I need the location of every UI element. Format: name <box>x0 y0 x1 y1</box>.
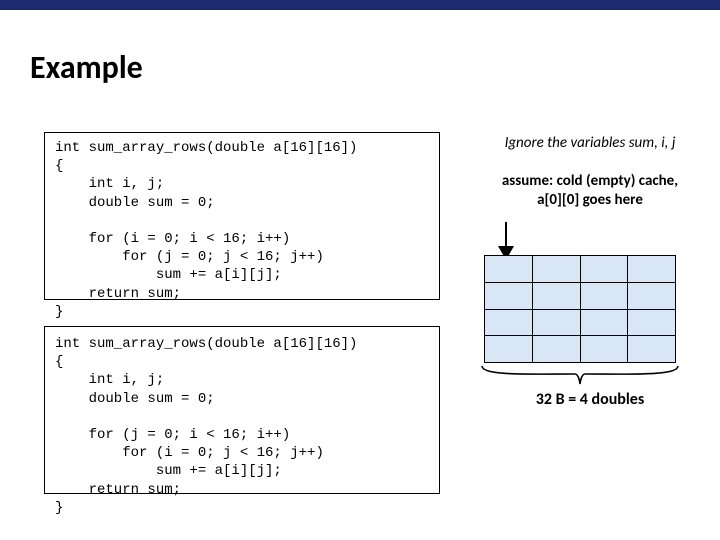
cache-cell <box>533 256 581 282</box>
cache-cell <box>628 283 675 309</box>
note-assume-cache: assume: cold (empty) cache, a[0][0] goes… <box>474 172 706 210</box>
cache-cell <box>628 336 675 362</box>
cache-row <box>484 335 676 363</box>
cache-cell <box>485 310 533 336</box>
cache-row <box>484 255 676 282</box>
code-block-rows: int sum_array_rows(double a[16][16]) { i… <box>44 132 440 300</box>
note-assume-line1: assume: cold (empty) cache, <box>502 172 678 190</box>
code-block-cols: int sum_array_rows(double a[16][16]) { i… <box>44 326 440 494</box>
brace-icon <box>480 364 680 386</box>
cache-cell <box>533 283 581 309</box>
cache-cell <box>533 310 581 336</box>
cache-cell <box>581 336 629 362</box>
cache-cell <box>533 336 581 362</box>
cache-cell <box>581 256 629 282</box>
cache-cell <box>485 283 533 309</box>
header-bar <box>0 0 720 10</box>
note-assume-line2: a[0][0] goes here <box>537 191 643 209</box>
cache-cell <box>581 310 629 336</box>
cache-cell <box>485 256 533 282</box>
cache-cell <box>628 256 675 282</box>
cache-row <box>484 309 676 336</box>
cache-caption: 32 B = 4 doubles <box>474 390 706 409</box>
cache-row <box>484 282 676 309</box>
cache-cell <box>628 310 675 336</box>
cache-diagram <box>484 255 676 363</box>
slide-title: Example <box>30 48 143 87</box>
cache-cell <box>485 336 533 362</box>
note-ignore-vars: Ignore the variables sum, i, j <box>474 134 706 152</box>
cache-cell <box>581 283 629 309</box>
